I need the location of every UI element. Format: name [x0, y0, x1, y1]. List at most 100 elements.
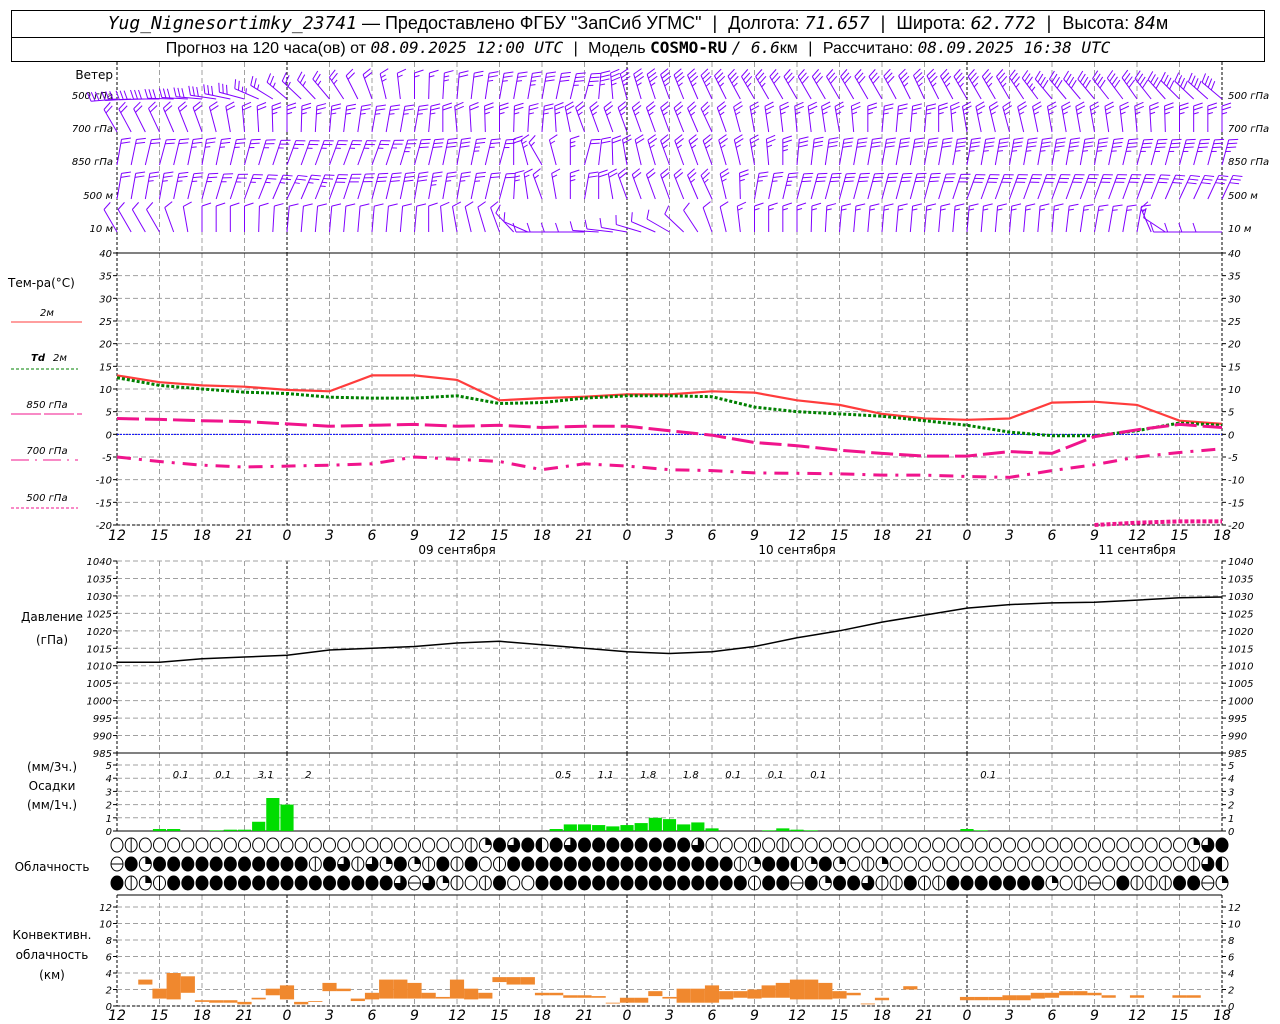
cloud-circle — [238, 856, 251, 872]
wind-barb — [821, 101, 831, 133]
wind-barb-staff — [1143, 217, 1166, 233]
wind-barb — [840, 69, 855, 100]
x-tick-label-temp: 21 — [916, 528, 934, 544]
wind-barb-feather — [631, 101, 641, 108]
y-tick-label-right: 6 — [1228, 953, 1234, 964]
wind-barb-feather — [997, 203, 1007, 207]
wind-barb-feather — [719, 201, 729, 208]
wind-barb-feather — [634, 134, 644, 141]
wind-barb-feather — [309, 178, 320, 181]
wind-barb-feather — [630, 212, 633, 222]
wind-barb-half-feather — [932, 82, 937, 87]
cloud-circle — [1073, 837, 1087, 853]
wind-barb-feather — [930, 176, 940, 179]
wind-barb-half-feather — [1135, 111, 1141, 115]
wind-barb-staff — [117, 209, 132, 233]
wind-barb-feather — [969, 203, 979, 207]
wind-barb-feather — [506, 138, 516, 141]
wind-barb-feather — [1098, 137, 1109, 140]
cloud-cover-symbol — [535, 837, 549, 853]
cloud-fill — [386, 857, 393, 864]
cloud-cover-symbol — [592, 856, 606, 872]
wind-barb-feather — [660, 68, 669, 75]
cloud-cover-symbol — [209, 837, 223, 853]
wind-barb-feather — [374, 203, 384, 207]
wind-barb-feather — [181, 88, 185, 98]
cloud-cover-symbol — [1031, 875, 1045, 891]
cloud-cover-symbol — [549, 837, 563, 853]
wind-barb — [555, 71, 571, 100]
wind-barb-feather — [165, 142, 175, 145]
cloud-cover-symbol — [167, 875, 181, 891]
wind-barb-feather — [1199, 142, 1209, 145]
wind-barb-feather — [898, 103, 908, 107]
wind-barb — [569, 135, 580, 165]
precip-3h-total: 0.5 — [555, 770, 571, 781]
precip-3h-total: 0.1 — [810, 770, 826, 781]
wind-barb-feather — [1198, 146, 1208, 149]
wind-barb-staff — [300, 206, 304, 233]
cloud-cover-symbol — [1003, 856, 1016, 872]
cloud-fill — [1216, 857, 1222, 871]
wind-barb-feather — [773, 171, 784, 175]
cloud-circle — [903, 856, 917, 872]
wind-barb-feather — [473, 74, 484, 78]
cloud-circle — [436, 856, 450, 872]
wind-barb-feather — [1152, 77, 1159, 86]
wind-barb-feather — [1169, 146, 1180, 149]
wind-barb-feather — [841, 203, 852, 207]
wind-barb — [674, 134, 685, 166]
wind-barb-feather — [1112, 145, 1122, 148]
wind-barb-feather — [250, 142, 260, 145]
wind-barb — [769, 69, 784, 100]
wind-barb — [215, 202, 226, 232]
wind-barb — [589, 101, 600, 133]
wind-barb-feather — [1126, 76, 1133, 85]
cloud-cover-symbol — [563, 837, 577, 853]
wind-barb — [700, 68, 713, 100]
cloud-circle — [1144, 837, 1158, 853]
wind-barb — [584, 219, 613, 233]
wind-barb-feather — [117, 202, 125, 210]
wind-barb — [312, 70, 330, 100]
wind-barb-half-feather — [720, 144, 726, 149]
wind-barb — [1079, 204, 1094, 233]
wind-barb — [966, 203, 979, 233]
wind-barb-half-feather — [1039, 208, 1045, 211]
wind-barb-feather — [491, 138, 501, 141]
cloud-circle — [818, 856, 832, 872]
wind-barb-feather — [802, 176, 813, 179]
wind-barb-feather — [316, 103, 327, 107]
wind-barb-half-feather — [883, 208, 890, 211]
cloud-cover-symbol — [521, 856, 535, 872]
wind-barb — [940, 68, 954, 100]
cloud-cover-symbol — [110, 875, 124, 891]
x-tick-label-temp: 6 — [1048, 528, 1057, 544]
wind-barb — [796, 202, 807, 232]
wind-barb-feather — [773, 175, 783, 178]
wind-barb-feather — [136, 137, 146, 141]
wind-barb — [967, 69, 982, 100]
wind-barb-feather — [842, 145, 853, 148]
wind-barb-half-feather — [735, 144, 741, 148]
wind-barb — [1149, 102, 1159, 133]
wind-barb-feather — [589, 80, 599, 83]
cloud-circle — [167, 837, 181, 853]
cloud-cover-symbol — [733, 837, 747, 853]
wind-barb-feather — [1193, 106, 1203, 111]
wind-barb-feather — [646, 209, 650, 220]
convective-cloud-bar — [308, 1001, 323, 1002]
cloud-cover-symbol — [762, 856, 776, 872]
wind-barb — [584, 72, 601, 100]
wind-barb-feather — [913, 145, 923, 148]
cloud-cover-symbol — [209, 856, 223, 872]
wind-barb-half-feather — [841, 208, 847, 211]
cloud-circle — [535, 875, 549, 891]
wind-barb-half-feather — [443, 79, 450, 82]
wind-barb — [442, 171, 457, 200]
wind-barb-feather — [403, 179, 414, 182]
wind-barb — [379, 68, 389, 100]
wind-barb-feather — [1054, 203, 1064, 207]
wind-barb — [1104, 101, 1115, 133]
wind-barb-half-feather — [460, 180, 466, 182]
